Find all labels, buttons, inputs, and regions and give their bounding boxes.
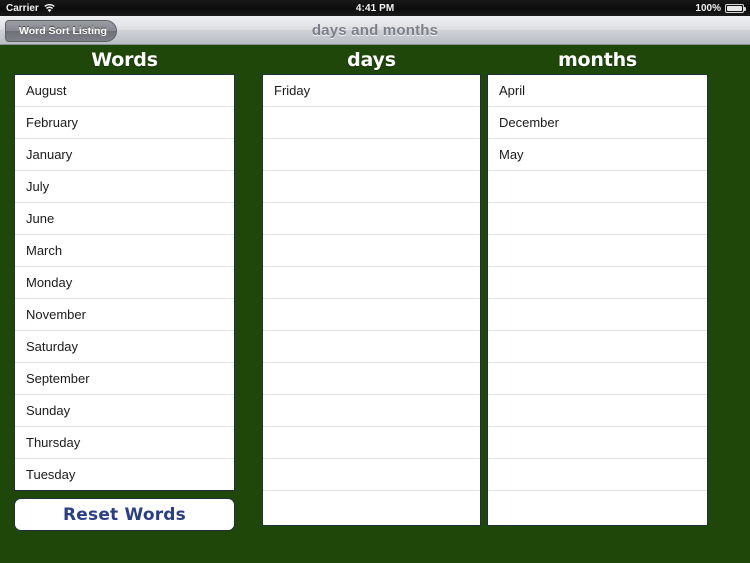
status-bar-left: Carrier — [0, 3, 55, 14]
list-item[interactable]: September — [15, 363, 234, 395]
list-item-empty[interactable] — [488, 459, 707, 491]
list-item-empty[interactable] — [488, 267, 707, 299]
list-item[interactable]: Tuesday — [15, 459, 234, 490]
list-item[interactable]: July — [15, 171, 234, 203]
status-bar: Carrier 4:41 PM 100% — [0, 0, 750, 16]
list-item-empty[interactable] — [263, 491, 480, 523]
carrier-label: Carrier — [6, 2, 39, 14]
status-bar-right: 100% — [695, 3, 750, 14]
list-item-empty[interactable] — [488, 395, 707, 427]
list-item[interactable]: December — [488, 107, 707, 139]
list-item-empty[interactable] — [488, 491, 707, 523]
column-months: months April December May — [487, 46, 708, 526]
list-item-empty[interactable] — [488, 299, 707, 331]
column-words: Words August February January July June March… — [14, 46, 235, 531]
list-item[interactable]: February — [15, 107, 234, 139]
list-item[interactable]: May — [488, 139, 707, 171]
word-list-words[interactable]: August February January July June March Monday… — [14, 74, 235, 491]
list-item-empty[interactable] — [263, 395, 480, 427]
word-list-months[interactable]: April December May — [487, 74, 708, 526]
app-root: Carrier 4:41 PM 100% Word Sort Listing d… — [0, 0, 750, 563]
navigation-bar: Word Sort Listing days and months — [0, 16, 750, 46]
list-item-empty[interactable] — [263, 331, 480, 363]
list-item[interactable]: August — [15, 75, 234, 107]
list-item[interactable]: January — [15, 139, 234, 171]
list-item[interactable]: Thursday — [15, 427, 234, 459]
list-item-empty[interactable] — [263, 235, 480, 267]
list-item-empty[interactable] — [263, 139, 480, 171]
battery-icon — [725, 3, 746, 13]
battery-percent-label: 100% — [695, 2, 721, 14]
list-item-empty[interactable] — [263, 107, 480, 139]
list-item-empty[interactable] — [263, 427, 480, 459]
word-list-days[interactable]: Friday — [262, 74, 481, 526]
list-item-empty[interactable] — [263, 363, 480, 395]
list-item[interactable]: Friday — [263, 75, 480, 107]
list-item-empty[interactable] — [263, 203, 480, 235]
list-item[interactable]: April — [488, 75, 707, 107]
list-item-empty[interactable] — [488, 427, 707, 459]
list-item-empty[interactable] — [488, 363, 707, 395]
column-header-words: Words — [91, 49, 158, 71]
list-item-empty[interactable] — [263, 171, 480, 203]
status-bar-time: 4:41 PM — [355, 2, 395, 14]
list-item[interactable]: Monday — [15, 267, 234, 299]
content-area: Words August February January July June March… — [0, 46, 750, 563]
column-days: days Friday — [262, 46, 481, 526]
wifi-icon — [44, 3, 55, 13]
column-header-days: days — [347, 49, 396, 71]
list-item-empty[interactable] — [488, 235, 707, 267]
list-item[interactable]: March — [15, 235, 234, 267]
list-item-empty[interactable] — [488, 203, 707, 235]
list-item-empty[interactable] — [488, 171, 707, 203]
list-item-empty[interactable] — [263, 267, 480, 299]
reset-words-button[interactable]: Reset Words — [14, 498, 235, 531]
column-header-months: months — [557, 49, 638, 71]
list-item[interactable]: June — [15, 203, 234, 235]
list-item[interactable]: November — [15, 299, 234, 331]
page-title: days and months — [311, 21, 439, 39]
list-item-empty[interactable] — [263, 299, 480, 331]
list-item-empty[interactable] — [488, 331, 707, 363]
list-item[interactable]: Saturday — [15, 331, 234, 363]
list-item-empty[interactable] — [263, 459, 480, 491]
list-item[interactable]: Sunday — [15, 395, 234, 427]
